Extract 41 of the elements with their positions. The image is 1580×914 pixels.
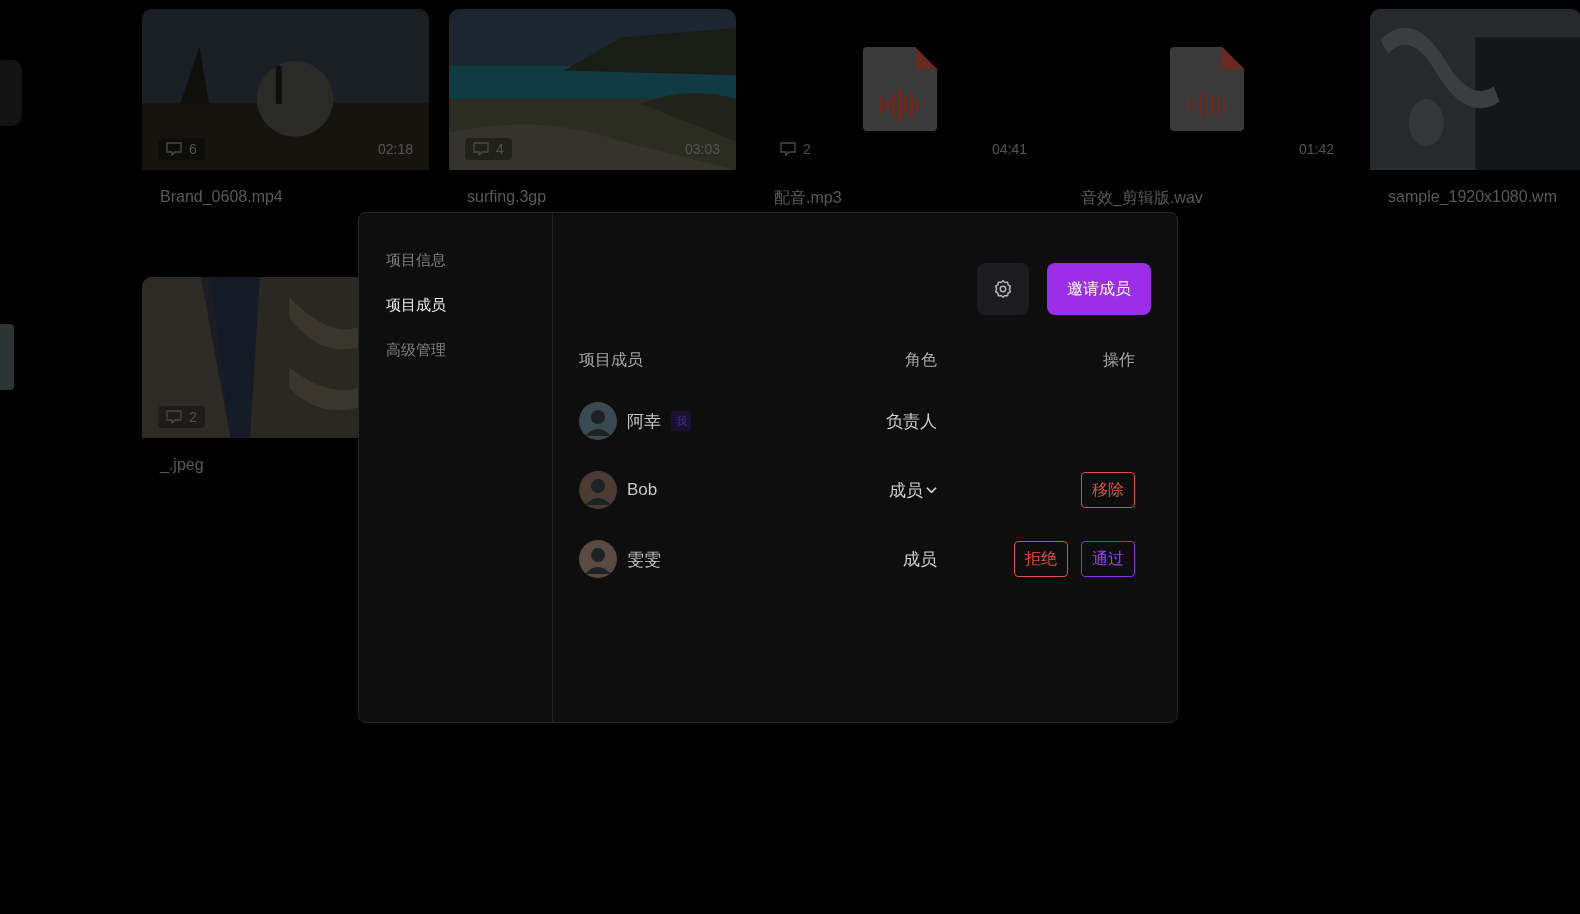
duration: 04:41 <box>991 141 1027 157</box>
settings-button[interactable] <box>977 263 1029 315</box>
avatar <box>579 471 617 509</box>
settings-icon <box>992 278 1014 300</box>
member-name: Bob <box>627 480 658 500</box>
action-button[interactable]: 拒绝 <box>1014 541 1068 577</box>
nav-item[interactable]: 项目信息 <box>383 249 449 272</box>
comment-icon <box>473 142 489 156</box>
side-tab[interactable] <box>0 324 14 390</box>
comment-count: 2 <box>158 406 205 428</box>
role-dropdown[interactable]: 成员 <box>889 478 937 502</box>
member-name: 雯雯 <box>627 548 661 571</box>
column-header: 操作 <box>1103 350 1135 370</box>
audio-file-icon <box>862 47 937 131</box>
nav-item[interactable]: 高级管理 <box>383 339 449 362</box>
avatar <box>579 402 617 440</box>
role-text: 成员 <box>903 549 937 569</box>
comment-icon <box>166 410 182 424</box>
role-text: 负责人 <box>886 411 937 431</box>
file-name[interactable]: Brand_0608.mp4 <box>160 188 283 206</box>
action-button[interactable]: 通过 <box>1081 541 1135 577</box>
me-tag: 我 <box>671 411 691 431</box>
column-header: 项目成员 <box>579 350 644 370</box>
duration: 01:42 <box>1298 141 1334 157</box>
file-name[interactable]: 音效_剪辑版.wav <box>1081 188 1203 209</box>
comment-count: 6 <box>158 138 205 160</box>
file-name[interactable]: _.jpeg <box>160 456 204 474</box>
nav-item[interactable]: 项目成员 <box>383 294 449 317</box>
duration: 02:18 <box>377 141 413 157</box>
avatar <box>579 540 617 578</box>
audio-file-icon <box>1169 47 1244 131</box>
action-button[interactable]: 移除 <box>1081 472 1135 508</box>
caret-icon <box>926 486 937 494</box>
file-name[interactable]: 配音.mp3 <box>774 188 842 209</box>
member-name: 阿幸 <box>627 410 661 433</box>
file-name[interactable]: sample_1920x1080.wm <box>1388 188 1557 206</box>
column-header: 角色 <box>905 350 937 370</box>
comment-icon <box>780 142 796 156</box>
invite-button[interactable]: 邀请成员 <box>1047 263 1151 315</box>
file-name[interactable]: surfing.3gp <box>467 188 547 206</box>
comment-icon <box>166 142 182 156</box>
